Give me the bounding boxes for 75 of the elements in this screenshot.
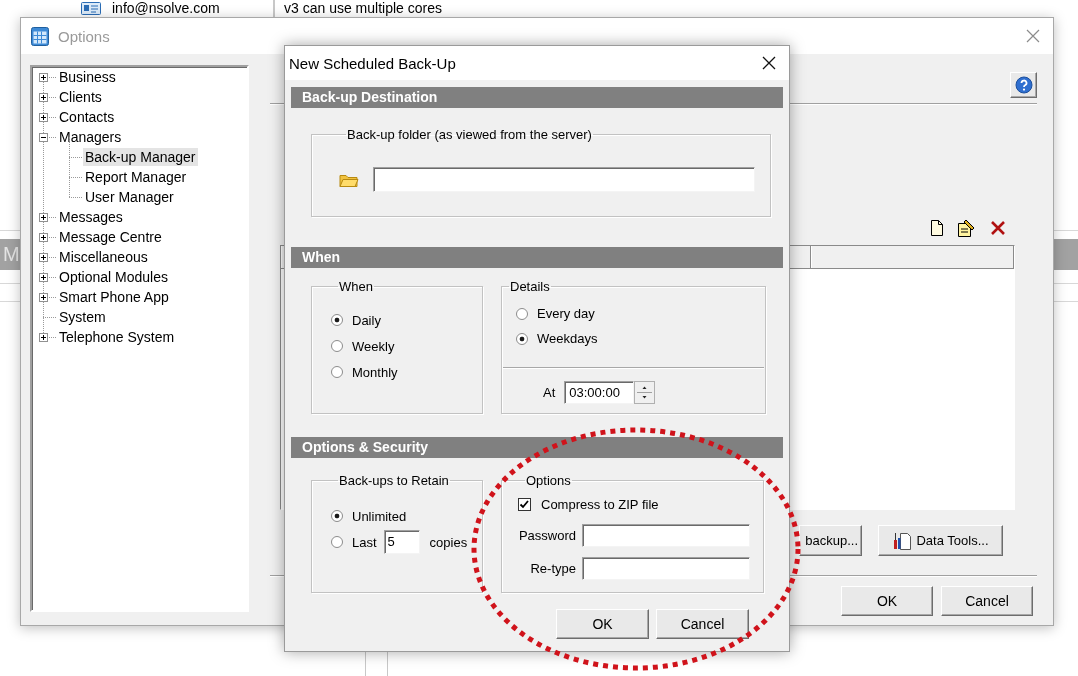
tree-item[interactable]: Miscellaneous xyxy=(57,248,150,266)
tree-item[interactable]: Telephone System xyxy=(57,328,177,346)
radio-label[interactable]: Weekdays xyxy=(537,331,598,346)
tree-item[interactable]: Messages xyxy=(57,208,125,226)
tree-item[interactable]: Back-up Manager xyxy=(83,148,198,166)
checkbox[interactable] xyxy=(518,497,531,511)
plus-icon[interactable] xyxy=(38,292,48,302)
card-icon xyxy=(81,2,101,15)
radio-button[interactable] xyxy=(331,366,343,378)
help-icon xyxy=(1014,76,1033,94)
tree-item[interactable]: Clients xyxy=(57,88,104,106)
new-document-icon[interactable] xyxy=(929,219,945,237)
time-field[interactable]: 03:00:00 xyxy=(564,381,635,404)
tree-item[interactable]: User Manager xyxy=(83,188,176,206)
help-button[interactable] xyxy=(1010,72,1037,98)
radio-button[interactable] xyxy=(331,314,343,326)
edit-icon[interactable] xyxy=(956,219,976,237)
plus-icon[interactable] xyxy=(38,232,48,242)
retype-field[interactable] xyxy=(582,557,750,580)
ok-button[interactable]: OK xyxy=(841,586,933,616)
radio-label[interactable]: Monthly xyxy=(352,364,398,380)
section-header: Options & Security xyxy=(291,437,783,458)
checkbox-label[interactable]: Compress to ZIP file xyxy=(541,496,659,512)
radio-button[interactable] xyxy=(331,510,343,522)
folder-path-field[interactable] xyxy=(373,167,755,192)
group-label: Back-ups to Retain xyxy=(338,473,450,488)
backup-button[interactable]: backup... xyxy=(799,525,862,556)
tree-item[interactable]: System xyxy=(57,308,108,326)
group-label: Options xyxy=(525,473,572,488)
plus-icon[interactable] xyxy=(38,92,48,102)
group-label: Details xyxy=(509,279,551,294)
email-text: info@nsolve.com xyxy=(112,0,220,16)
radio-label[interactable]: Daily xyxy=(352,312,381,328)
note-text: v3 can use multiple cores xyxy=(283,0,442,17)
window-title: New Scheduled Back-Up xyxy=(289,54,457,72)
tree-item[interactable]: Report Manager xyxy=(83,168,189,186)
section-header: When xyxy=(291,247,783,268)
ok-button[interactable]: OK xyxy=(556,609,649,639)
delete-icon[interactable] xyxy=(990,220,1006,236)
field-label: Password xyxy=(518,528,576,543)
plus-icon[interactable] xyxy=(38,72,48,82)
radio-label[interactable]: Last xyxy=(352,534,377,550)
plus-icon[interactable] xyxy=(38,332,48,342)
minus-icon[interactable] xyxy=(38,132,48,142)
time-label: At xyxy=(543,385,556,400)
radio-button[interactable] xyxy=(516,307,528,320)
plus-icon[interactable] xyxy=(38,252,48,262)
plus-icon[interactable] xyxy=(38,272,48,282)
radio-label[interactable]: Every day xyxy=(537,306,595,321)
field-label: Re-type xyxy=(529,561,576,576)
group-label: Back-up folder (as viewed from the server) xyxy=(346,127,593,142)
tree-item[interactable]: Managers xyxy=(57,128,124,146)
data-tools-button[interactable]: Data Tools... xyxy=(878,525,1003,556)
radio-label[interactable]: Weekly xyxy=(352,338,395,354)
radio-label[interactable]: Unlimited xyxy=(352,508,407,524)
close-icon[interactable] xyxy=(762,56,776,70)
cancel-button[interactable]: Cancel xyxy=(941,586,1033,616)
cancel-button[interactable]: Cancel xyxy=(656,609,749,639)
radio-button[interactable] xyxy=(331,340,343,352)
tree-item[interactable]: Message Centre xyxy=(57,228,164,246)
radio-button[interactable] xyxy=(331,536,343,548)
plus-icon[interactable] xyxy=(38,112,48,122)
tree-item[interactable]: Contacts xyxy=(57,108,117,126)
tree-item[interactable]: Smart Phone App xyxy=(57,288,171,306)
window-title: Options xyxy=(58,27,111,45)
tree-item[interactable]: Business xyxy=(57,68,118,86)
count-field[interactable]: 5 xyxy=(383,530,420,554)
tree-item[interactable]: Optional Modules xyxy=(57,268,170,286)
plus-icon[interactable] xyxy=(38,212,48,222)
section-header: Back-up Destination xyxy=(291,87,783,108)
unit-label: copies xyxy=(429,534,468,550)
password-field[interactable] xyxy=(582,524,750,547)
radio-button[interactable] xyxy=(516,332,528,345)
group-label: When xyxy=(338,279,374,294)
calendar-icon xyxy=(31,26,49,46)
